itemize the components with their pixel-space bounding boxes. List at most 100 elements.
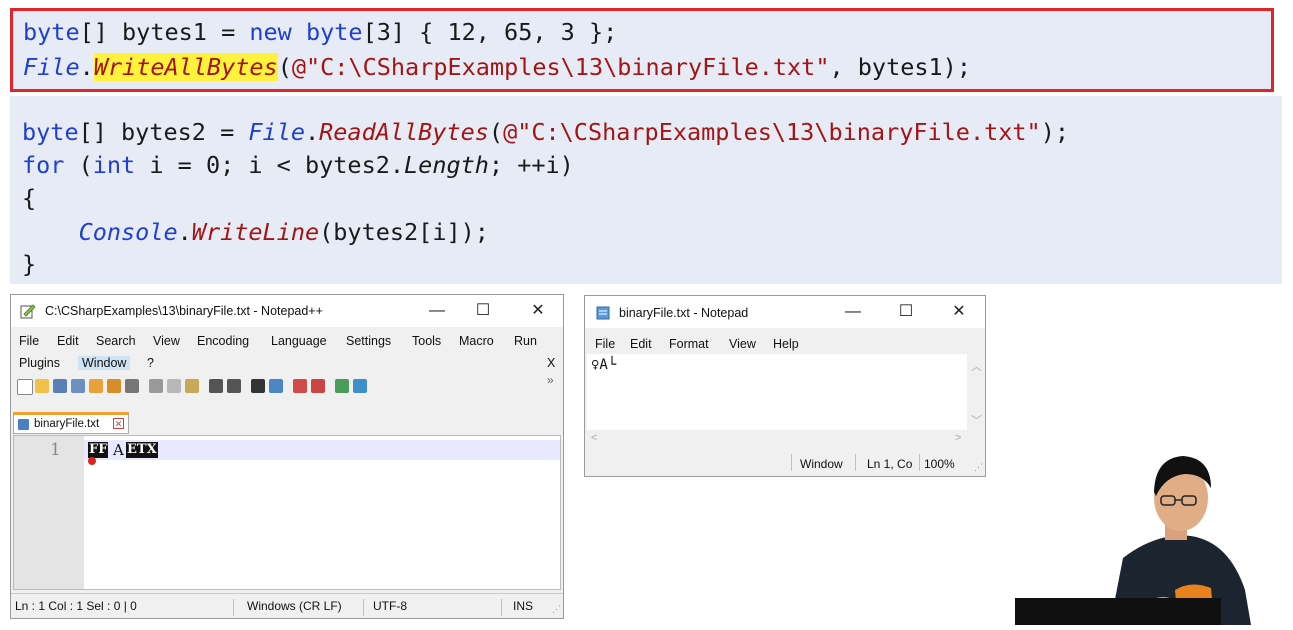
menu-file[interactable]: File <box>595 337 615 351</box>
menu-edit[interactable]: Edit <box>630 337 652 351</box>
sync-scroll-icon[interactable] <box>335 379 349 393</box>
status-eol[interactable]: Windows (CR LF) <box>247 599 342 613</box>
menu-window[interactable]: Window <box>78 356 131 370</box>
menu-encoding[interactable]: Encoding <box>197 334 249 348</box>
code-line-5: { <box>22 184 37 212</box>
cut-icon[interactable] <box>149 379 163 393</box>
zoom-in-icon[interactable] <box>293 379 307 393</box>
menu-help[interactable]: Help <box>773 337 799 351</box>
code-text: i = 0; i < bytes2. <box>135 151 405 179</box>
zoom-out-icon[interactable] <box>311 379 325 393</box>
menu-format[interactable]: Format <box>669 337 709 351</box>
scroll-right-icon[interactable]: > <box>955 432 961 444</box>
find-icon[interactable] <box>251 379 265 393</box>
control-char-ff: FF <box>88 442 109 458</box>
keyword: int <box>92 151 136 179</box>
menu-run[interactable]: Run <box>514 334 537 348</box>
code-line-6: Console.WriteLine(bytes2[i]); <box>22 218 489 246</box>
keyword: byte <box>22 118 79 146</box>
menu-plugins[interactable]: Plugins <box>19 356 60 370</box>
string-literal: @"C:\CSharpExamples\13\binaryFile.txt" <box>503 118 1041 146</box>
resize-grip-icon[interactable]: ⋰ <box>974 462 983 473</box>
control-char-etx: ETX <box>126 442 158 458</box>
word-wrap-icon[interactable] <box>353 379 367 393</box>
menu-tools[interactable]: Tools <box>412 334 441 348</box>
print-icon[interactable] <box>125 379 139 393</box>
status-divider <box>855 454 856 471</box>
menu-macro[interactable]: Macro <box>459 334 494 348</box>
scroll-up-icon[interactable]: ︿ <box>971 358 982 374</box>
scroll-down-icon[interactable]: ﹀ <box>971 412 982 428</box>
open-file-icon[interactable] <box>35 379 49 393</box>
replace-icon[interactable] <box>269 379 283 393</box>
code-text: [3] { 12, 65, 3 }; <box>362 18 618 46</box>
presenter-video <box>1015 440 1293 625</box>
copy-icon[interactable] <box>167 379 181 393</box>
menu-bar: File Edit Search View Encoding Language … <box>11 331 563 351</box>
vertical-scrollbar[interactable]: ︿ ﹀ <box>967 354 983 430</box>
new-file-icon[interactable] <box>17 379 33 395</box>
minimize-button[interactable]: — <box>417 299 457 323</box>
editor-area[interactable]: 1 FF A ETX <box>13 435 561 590</box>
close-button[interactable]: ✕ <box>939 300 979 324</box>
highlighted-code-block: byte[] bytes1 = new byte[3] { 12, 65, 3 … <box>10 8 1274 92</box>
keyword: new <box>249 18 292 46</box>
minimize-button[interactable]: — <box>833 300 873 324</box>
menu-help[interactable]: ? <box>147 356 154 370</box>
window-title: binaryFile.txt - Notepad <box>619 306 749 320</box>
code-text: . <box>177 218 192 246</box>
maximize-button[interactable]: ☐ <box>463 299 503 323</box>
close-button[interactable]: ✕ <box>518 299 558 323</box>
text-area[interactable]: ♀A└ <box>587 354 967 430</box>
keyword: for <box>22 151 65 179</box>
close-document-button[interactable]: X <box>547 356 555 370</box>
status-divider <box>919 454 920 471</box>
save-icon[interactable] <box>53 379 67 393</box>
code-text: . <box>304 118 320 146</box>
type-name: File <box>248 118 305 146</box>
menu-view[interactable]: View <box>729 337 756 351</box>
menu-bar-row-2: Plugins Window ? X <box>11 353 563 373</box>
code-line-4: for (int i = 0; i < bytes2.Length; ++i) <box>22 151 574 179</box>
line-number: 1 <box>50 440 61 460</box>
keyword: byte <box>305 18 363 46</box>
scroll-left-icon[interactable]: < <box>591 432 597 444</box>
property-name: Length <box>404 151 489 179</box>
title-bar[interactable]: C:\CSharpExamples\13\binaryFile.txt - No… <box>11 295 563 327</box>
close-file-icon[interactable] <box>89 379 103 393</box>
undo-icon[interactable] <box>209 379 223 393</box>
close-all-icon[interactable] <box>107 379 121 393</box>
save-all-icon[interactable] <box>71 379 85 393</box>
horizontal-scrollbar[interactable]: < > <box>587 430 967 448</box>
string-literal: @"C:\CSharpExamples\13\binaryFile.txt" <box>291 53 830 81</box>
menu-view[interactable]: View <box>153 334 180 348</box>
status-position: Ln 1, Co <box>867 457 913 471</box>
menu-edit[interactable]: Edit <box>57 334 79 348</box>
maximize-button[interactable]: ☐ <box>886 300 926 324</box>
notepad-app-icon <box>596 306 610 320</box>
menu-file[interactable]: File <box>19 334 39 348</box>
tab-binaryfile[interactable]: binaryFile.txt ✕ <box>13 412 129 434</box>
status-window: Window <box>800 457 843 471</box>
title-bar[interactable]: binaryFile.txt - Notepad — ☐ ✕ <box>585 296 985 328</box>
type-name: File <box>23 53 80 81</box>
menu-search[interactable]: Search <box>96 334 136 348</box>
tab-close-icon[interactable]: ✕ <box>113 418 124 429</box>
method-name: WriteLine <box>191 218 320 246</box>
status-encoding[interactable]: UTF-8 <box>373 599 407 613</box>
redo-icon[interactable] <box>227 379 241 393</box>
saved-file-icon <box>18 419 29 430</box>
toolbar-overflow-icon[interactable]: » <box>547 373 554 387</box>
menu-language[interactable]: Language <box>271 334 327 348</box>
highlighted-method: WriteAllBytes <box>93 53 278 81</box>
menu-settings[interactable]: Settings <box>346 334 391 348</box>
status-insert-mode[interactable]: INS <box>513 599 533 613</box>
status-divider <box>363 599 364 616</box>
paste-icon[interactable] <box>185 379 199 393</box>
mouse-click-indicator <box>88 457 96 465</box>
type-name: Console <box>78 218 178 246</box>
resize-grip-icon[interactable]: ⋰ <box>552 604 561 615</box>
code-text: ( <box>64 151 93 179</box>
